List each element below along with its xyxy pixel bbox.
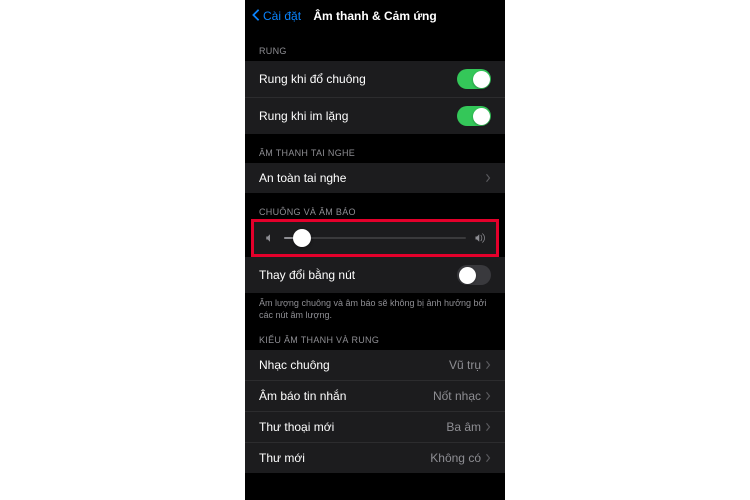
row-label: Thư thoại mới xyxy=(259,420,334,434)
row-label: Nhạc chuông xyxy=(259,358,330,372)
row-label: Rung khi đổ chuông xyxy=(259,72,366,86)
highlight-annotation xyxy=(251,219,499,257)
group-thay-doi: Thay đổi bằng nút xyxy=(245,257,505,293)
section-header-tainghe: ÂM THANH TAI NGHE xyxy=(245,134,505,163)
section-header-kieu: KIỂU ÂM THANH VÀ RUNG xyxy=(245,321,505,350)
group-rung: Rung khi đổ chuông Rung khi im lặng xyxy=(245,61,505,134)
chevron-right-icon xyxy=(485,391,491,401)
row-value: Không có xyxy=(430,451,481,465)
row-rung-do-chuong[interactable]: Rung khi đổ chuông xyxy=(245,61,505,98)
row-thu-moi[interactable]: Thư mới Không có xyxy=(245,443,505,473)
section-header-chuong: CHUÔNG VÀ ÂM BÁO xyxy=(245,193,505,219)
volume-slider-row xyxy=(254,222,496,254)
back-button[interactable]: Cài đặt xyxy=(251,8,301,25)
chevron-left-icon xyxy=(251,8,261,25)
page-title: Âm thanh & Cảm ứng xyxy=(313,9,436,23)
group-kieu: Nhạc chuông Vũ trụ Âm báo tin nhắn Nốt n… xyxy=(245,350,505,473)
row-value: Nốt nhạc xyxy=(433,389,481,403)
navbar: Cài đặt Âm thanh & Cảm ứng xyxy=(245,0,505,32)
section-header-rung: RUNG xyxy=(245,32,505,61)
back-label: Cài đặt xyxy=(263,9,301,23)
toggle-thay-doi-bang-nut[interactable] xyxy=(457,265,491,285)
speaker-low-icon xyxy=(264,232,276,244)
row-value: Vũ trụ xyxy=(449,358,481,372)
row-thu-thoai-moi[interactable]: Thư thoại mới Ba âm xyxy=(245,412,505,443)
group-tainghe: An toàn tai nghe xyxy=(245,163,505,193)
chevron-right-icon xyxy=(485,422,491,432)
volume-slider[interactable] xyxy=(284,237,466,239)
row-label: An toàn tai nghe xyxy=(259,171,346,185)
row-nhac-chuong[interactable]: Nhạc chuông Vũ trụ xyxy=(245,350,505,381)
footer-text-chuong: Âm lượng chuông và âm báo sẽ không bị ản… xyxy=(245,293,505,321)
toggle-rung-im-lang[interactable] xyxy=(457,106,491,126)
settings-screen: Cài đặt Âm thanh & Cảm ứng RUNG Rung khi… xyxy=(245,0,505,500)
row-label: Thư mới xyxy=(259,451,305,465)
speaker-high-icon xyxy=(474,232,486,244)
row-label: Âm báo tin nhắn xyxy=(259,389,346,403)
slider-thumb[interactable] xyxy=(293,229,311,247)
row-rung-im-lang[interactable]: Rung khi im lặng xyxy=(245,98,505,134)
row-am-bao-tin-nhan[interactable]: Âm báo tin nhắn Nốt nhạc xyxy=(245,381,505,412)
row-value: Ba âm xyxy=(446,420,481,434)
row-label: Thay đổi bằng nút xyxy=(259,268,355,282)
chevron-right-icon xyxy=(485,360,491,370)
chevron-right-icon xyxy=(485,173,491,183)
row-label: Rung khi im lặng xyxy=(259,109,348,123)
chevron-right-icon xyxy=(485,453,491,463)
row-thay-doi-bang-nut[interactable]: Thay đổi bằng nút xyxy=(245,257,505,293)
toggle-rung-do-chuong[interactable] xyxy=(457,69,491,89)
row-an-toan-tai-nghe[interactable]: An toàn tai nghe xyxy=(245,163,505,193)
